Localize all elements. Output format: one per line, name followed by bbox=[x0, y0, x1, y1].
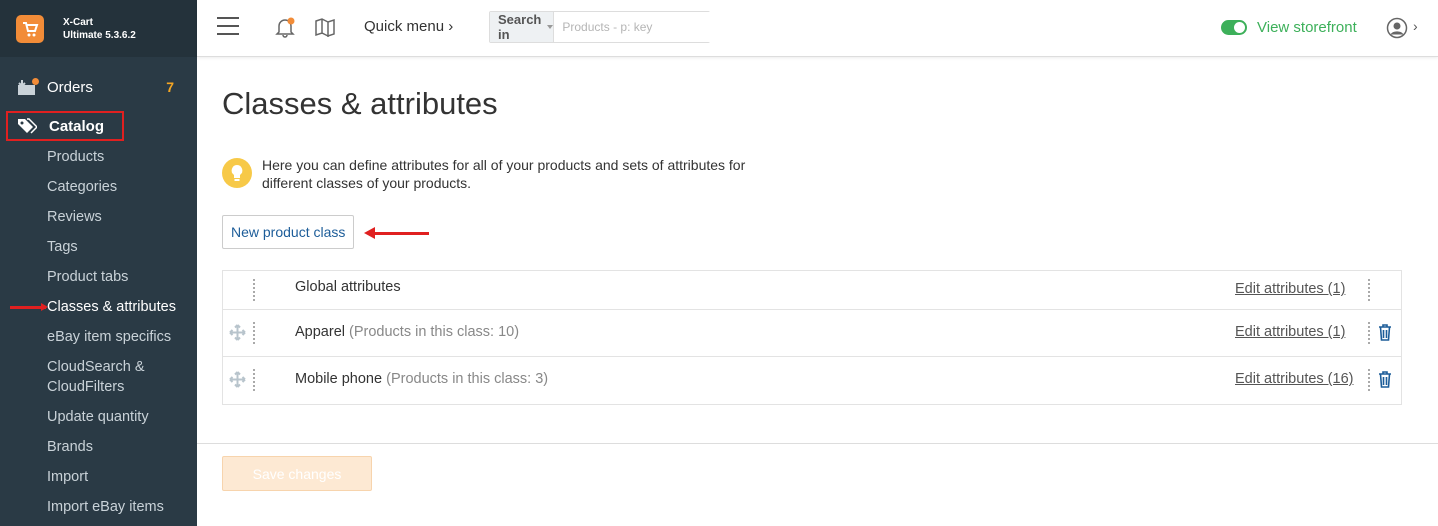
orders-count-badge: 7 bbox=[166, 79, 174, 95]
class-name: Global attributes bbox=[295, 279, 401, 295]
footer-divider bbox=[197, 443, 1438, 444]
sidebar-item-classes-attributes[interactable]: Classes & attributes bbox=[47, 297, 176, 317]
annotation-arrow bbox=[364, 227, 429, 239]
sidebar-item-reviews[interactable]: Reviews bbox=[47, 207, 102, 227]
save-changes-button[interactable]: Save changes bbox=[222, 456, 372, 491]
row-menu-dots[interactable] bbox=[253, 279, 255, 301]
info-text: Here you can define attributes for all o… bbox=[262, 156, 802, 192]
map-icon[interactable] bbox=[314, 16, 336, 38]
row-menu-dots[interactable] bbox=[1368, 279, 1370, 301]
search-box: Search in bbox=[489, 11, 718, 43]
row-menu-dots[interactable] bbox=[253, 322, 255, 344]
row-menu-dots[interactable] bbox=[1368, 322, 1370, 344]
sidebar-item-label: Catalog bbox=[49, 117, 105, 135]
drag-handle-icon[interactable] bbox=[229, 324, 246, 341]
chevron-right-icon[interactable]: › bbox=[1413, 18, 1418, 34]
sidebar-item-catalog[interactable]: Catalog bbox=[6, 111, 124, 141]
tags-icon bbox=[18, 118, 37, 134]
new-product-class-button[interactable]: New product class bbox=[222, 215, 355, 249]
chevron-right-icon: › bbox=[448, 18, 454, 35]
sidebar-item-ebay-item-specifics[interactable]: eBay item specifics bbox=[47, 327, 171, 347]
class-name-text: Mobile phone bbox=[295, 371, 383, 387]
edit-attributes-link[interactable]: Edit attributes (1) bbox=[1235, 324, 1345, 340]
sidebar-item-orders[interactable]: Orders 7 bbox=[0, 72, 197, 102]
edit-attributes-link[interactable]: Edit attributes (1) bbox=[1235, 281, 1345, 297]
sidebar-item-brands[interactable]: Brands bbox=[47, 437, 93, 457]
search-in-label: Search in bbox=[498, 12, 542, 42]
brand-edition: Ultimate 5.3.6.2 bbox=[63, 29, 136, 41]
brand[interactable]: X-Cart Ultimate 5.3.6.2 bbox=[0, 0, 197, 57]
sidebar: X-Cart Ultimate 5.3.6.2 Orders 7 Catalog… bbox=[0, 0, 197, 526]
class-product-count: (Products in this class: 10) bbox=[349, 324, 520, 340]
drag-handle-icon[interactable] bbox=[229, 371, 246, 388]
trash-icon[interactable] bbox=[1378, 371, 1392, 388]
search-in-select[interactable]: Search in bbox=[490, 12, 555, 42]
sidebar-item-products[interactable]: Products bbox=[47, 147, 104, 167]
quick-menu-label: Quick menu bbox=[364, 18, 445, 35]
table-row: Mobile phone (Products in this class: 3)… bbox=[223, 357, 1401, 404]
search-input[interactable] bbox=[554, 12, 718, 42]
sidebar-item-categories[interactable]: Categories bbox=[47, 177, 117, 197]
sidebar-item-tags[interactable]: Tags bbox=[47, 237, 78, 257]
class-name: Mobile phone (Products in this class: 3) bbox=[295, 371, 548, 387]
view-storefront-link[interactable]: View storefront bbox=[1257, 19, 1357, 36]
trash-icon[interactable] bbox=[1378, 324, 1392, 341]
brand-name: X-Cart bbox=[63, 16, 94, 28]
quick-menu[interactable]: Quick menu › bbox=[364, 18, 453, 35]
info-line-1: Here you can define attributes for all o… bbox=[262, 157, 746, 173]
cart-logo-icon bbox=[16, 14, 44, 43]
table-row: Global attributes Edit attributes (1) bbox=[223, 271, 1401, 310]
bell-icon[interactable] bbox=[274, 16, 296, 38]
page-title: Classes & attributes bbox=[222, 86, 498, 121]
info-line-2: different classes of your products. bbox=[262, 175, 472, 191]
lightbulb-icon bbox=[222, 158, 252, 188]
sidebar-item-import-ebay-items[interactable]: Import eBay items bbox=[47, 497, 164, 517]
storefront-toggle[interactable] bbox=[1221, 20, 1247, 35]
sidebar-item-label: Orders bbox=[47, 78, 93, 96]
notification-dot bbox=[32, 78, 39, 85]
user-avatar-icon[interactable] bbox=[1386, 17, 1408, 39]
row-menu-dots[interactable] bbox=[1368, 369, 1370, 391]
class-name-text: Apparel bbox=[295, 324, 345, 340]
sidebar-item-update-quantity[interactable]: Update quantity bbox=[47, 407, 149, 427]
sidebar-item-cloudsearch[interactable]: CloudSearch & bbox=[47, 357, 145, 377]
top-bar: Quick menu › Search in View storefront › bbox=[197, 0, 1438, 57]
annotation-arrow bbox=[10, 303, 48, 311]
class-name: Apparel (Products in this class: 10) bbox=[295, 324, 519, 340]
menu-icon[interactable] bbox=[217, 17, 239, 35]
sidebar-item-cloudfilters[interactable]: CloudFilters bbox=[47, 377, 124, 397]
class-product-count: (Products in this class: 3) bbox=[386, 371, 549, 387]
sidebar-item-product-tabs[interactable]: Product tabs bbox=[47, 267, 128, 287]
classes-table: Global attributes Edit attributes (1) Ap… bbox=[222, 270, 1402, 405]
caret-down-icon bbox=[547, 25, 554, 29]
edit-attributes-link[interactable]: Edit attributes (16) bbox=[1235, 371, 1353, 387]
row-menu-dots[interactable] bbox=[253, 369, 255, 391]
table-row: Apparel (Products in this class: 10) Edi… bbox=[223, 310, 1401, 357]
sidebar-item-import[interactable]: Import bbox=[47, 467, 88, 487]
